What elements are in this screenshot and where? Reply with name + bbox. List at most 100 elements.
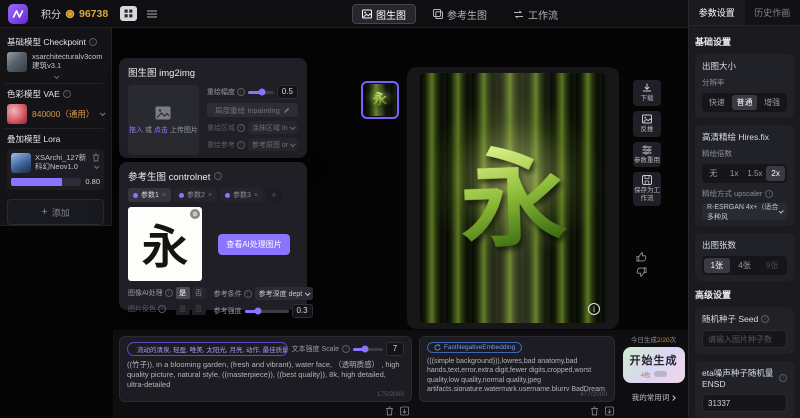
prompt-suggestion-pill[interactable]: 流动的清泉, 轻盈, 唯美, 太阳光, 月亮, 动作, 最佳质量	[127, 342, 288, 356]
controlnet-tab-1[interactable]: 参数1×	[128, 188, 171, 202]
grid-icon	[124, 9, 133, 18]
chevron-down-icon[interactable]	[94, 163, 100, 169]
lora-weight-slider[interactable]	[11, 178, 81, 186]
vae-value: 840000（通用）	[32, 108, 95, 120]
info-icon[interactable]: i	[342, 345, 350, 353]
denoise-slider[interactable]	[248, 91, 274, 94]
list-view-button[interactable]	[143, 6, 160, 21]
count-option-9[interactable]: 9张	[759, 258, 785, 273]
invert-no-button[interactable]: 否	[192, 303, 206, 315]
controlnet-tab-3[interactable]: 参数3×	[220, 188, 263, 202]
res-option-normal[interactable]: 普通	[732, 95, 758, 110]
view-ai-processed-button[interactable]: 查看AI处理图片	[218, 234, 290, 255]
ai-process-label: 图像AI处理	[128, 288, 163, 298]
invert-yes-button[interactable]: 是	[176, 303, 190, 315]
chevron-down-icon	[778, 208, 783, 213]
hires-option-1-5x[interactable]: 1.5x	[746, 166, 765, 181]
tab-workflow[interactable]: 工作流	[504, 4, 567, 24]
seed-input[interactable]	[702, 330, 787, 348]
controlnet-tab-2[interactable]: 参数2×	[174, 188, 217, 202]
inpainting-button[interactable]: 局部重绘 Inpainting	[207, 103, 298, 117]
controlnet-reference-image[interactable]: 永	[128, 207, 202, 281]
info-icon[interactable]: i	[214, 172, 222, 180]
hires-option-1x[interactable]: 1x	[725, 166, 744, 181]
ref-condition-select[interactable]: 参考深度 dept	[255, 287, 313, 300]
res-option-enhanced[interactable]: 增强	[759, 95, 785, 110]
scale-slider[interactable]	[353, 348, 383, 351]
download-button[interactable]: 下载	[633, 80, 661, 106]
common-words-link[interactable]: 我的常用词	[632, 392, 676, 403]
scale-value[interactable]: 7	[386, 342, 404, 356]
positive-prompt-text[interactable]: ((竹子)), in a blooming garden, (fresh and…	[127, 360, 404, 394]
add-controlnet-tab-button[interactable]: +	[266, 188, 282, 202]
save-prompt-icon[interactable]	[400, 406, 409, 416]
ensd-title: eta噪声种子随机量 ENSD	[702, 367, 776, 389]
close-icon[interactable]: ×	[254, 192, 258, 199]
grid-view-button[interactable]	[120, 6, 137, 21]
params-panel: 参数设置 历史作画 基础设置 出图大小 分辨率 快速 普通 增强 高清精绘 Hi…	[688, 0, 800, 418]
negative-prompt-text[interactable]: (((simple background))),lowres,bad anato…	[427, 357, 607, 391]
tab-param-settings[interactable]: 参数设置	[689, 0, 745, 25]
info-icon[interactable]: i	[244, 290, 252, 298]
ai-process-no-button[interactable]: 否	[192, 287, 206, 299]
save-workflow-button[interactable]: 保存为工作流	[633, 172, 661, 206]
ref-strength-value[interactable]: 0.3	[292, 304, 313, 318]
count-option-1[interactable]: 1张	[704, 258, 730, 273]
ai-process-yes-button[interactable]: 是	[176, 287, 190, 299]
info-icon[interactable]: i	[765, 190, 773, 198]
tab-img2img[interactable]: 图生图	[352, 4, 416, 24]
trash-icon[interactable]	[590, 406, 599, 416]
checkpoint-name: xsarchitecturalv3com建筑v3.1	[32, 52, 104, 71]
info-icon[interactable]: i	[158, 305, 166, 313]
result-thumbnail[interactable]: 永	[361, 81, 399, 119]
save-prompt-icon[interactable]	[605, 406, 614, 416]
seed-title: 随机种子 Seed	[702, 313, 758, 325]
info-icon[interactable]: i	[237, 124, 245, 132]
count-option-4[interactable]: 4张	[732, 258, 758, 273]
trash-icon[interactable]	[92, 153, 100, 162]
close-icon[interactable]: ×	[162, 192, 166, 199]
app-logo-icon[interactable]	[8, 4, 28, 24]
info-icon[interactable]: i	[63, 90, 71, 98]
info-icon[interactable]: i	[761, 315, 769, 323]
ensd-input[interactable]	[702, 394, 787, 412]
coin-badge-icon	[654, 371, 667, 377]
credits: 积分 96738	[41, 6, 108, 21]
info-icon[interactable]: i	[165, 289, 173, 297]
image-upload-dropzone[interactable]: 拖入 或 点击 上传图片	[128, 85, 199, 155]
generate-button[interactable]: 开始生成 4枚	[623, 347, 685, 383]
close-icon[interactable]: ×	[208, 192, 212, 199]
info-icon[interactable]: i	[237, 141, 245, 149]
thumbs-down-icon[interactable]	[636, 267, 647, 277]
vae-selector[interactable]: 840000（通用）	[7, 104, 104, 124]
checkpoint-expand-button[interactable]	[7, 75, 104, 79]
checkpoint-selector[interactable]: xsarchitecturalv3com建筑v3.1	[7, 52, 104, 72]
topbar: 积分 96738 图生图 参考生图 工作流	[0, 0, 688, 28]
add-lora-button[interactable]: + 添加	[7, 199, 104, 225]
redraw-area-select[interactable]: 涂抹区域 In	[248, 121, 298, 134]
reuse-params-button[interactable]: 参数重用	[633, 142, 661, 168]
thumbs-up-icon[interactable]	[636, 252, 647, 262]
upscaler-select[interactable]: R-ESRGAN 4x+（适合多种风	[702, 203, 787, 220]
chevron-down-icon	[305, 290, 311, 296]
negative-embedding-pill[interactable]: FastNegativeEmbedding	[427, 342, 522, 353]
chevron-right-icon	[670, 395, 676, 401]
ensd-card: eta噪声种子随机量 ENSDi	[695, 361, 794, 418]
generated-image[interactable]: 永 i	[420, 73, 606, 323]
hires-option-none[interactable]: 无	[704, 166, 723, 181]
hires-option-2x[interactable]: 2x	[766, 166, 785, 181]
img2img-title: 图生图 img2img	[128, 65, 298, 79]
ref-strength-slider[interactable]	[245, 310, 289, 313]
tab-controlnet[interactable]: 参考生图	[424, 4, 496, 24]
info-icon[interactable]: i	[237, 88, 245, 96]
trash-icon[interactable]	[385, 406, 394, 416]
image-info-icon[interactable]: i	[588, 303, 600, 315]
info-icon[interactable]: i	[89, 38, 97, 46]
gear-icon[interactable]	[190, 209, 200, 219]
denoise-value[interactable]: 0.5	[277, 85, 298, 99]
redraw-ref-select[interactable]: 参考原图 or	[248, 138, 298, 151]
reverse-infer-button[interactable]: 反推	[633, 111, 661, 137]
info-icon[interactable]: i	[779, 374, 787, 382]
res-option-fast[interactable]: 快速	[704, 95, 730, 110]
tab-history[interactable]: 历史作画	[745, 0, 800, 25]
